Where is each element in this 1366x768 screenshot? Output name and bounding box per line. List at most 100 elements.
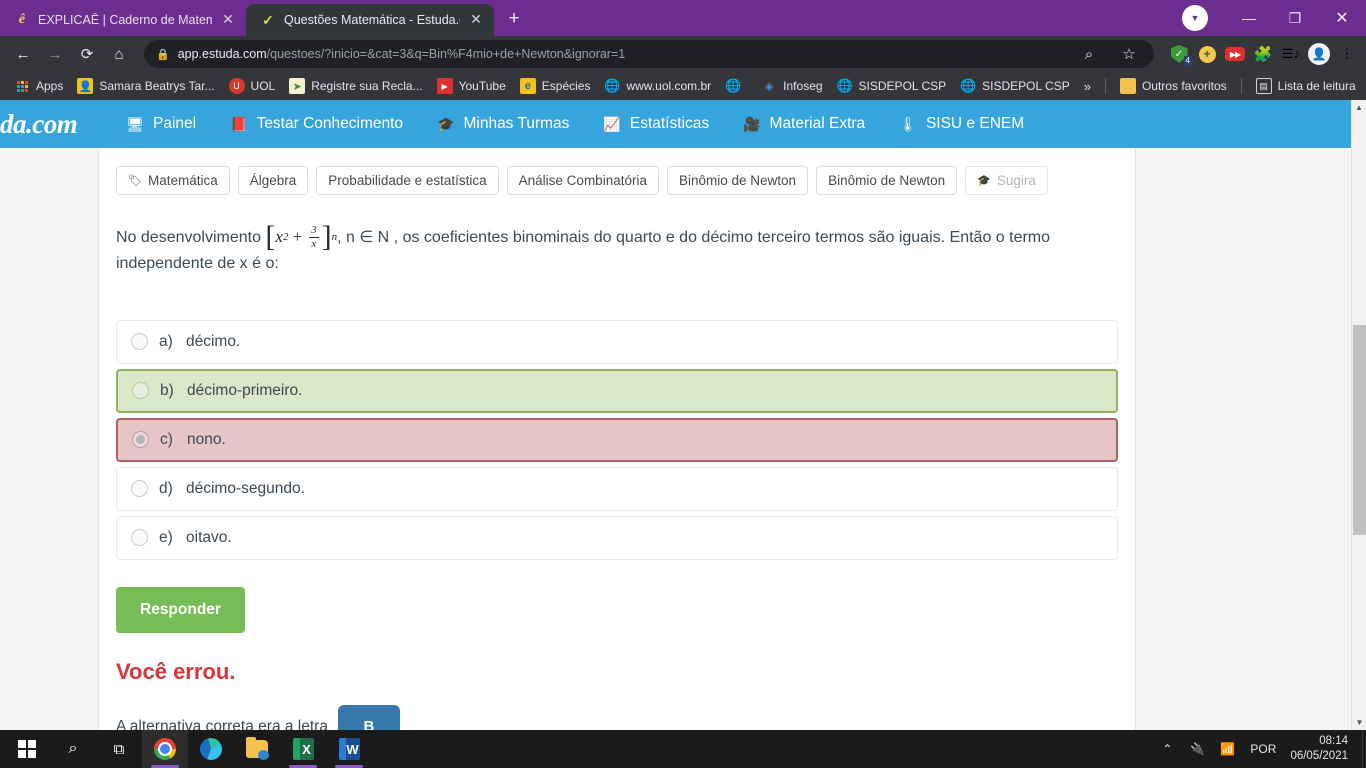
nav-item-painel[interactable]: 🖥 Painel	[109, 100, 213, 148]
file-explorer-taskbar-item[interactable]	[234, 730, 280, 768]
maximize-button[interactable]: ❐	[1272, 0, 1318, 36]
radio-d[interactable]	[131, 480, 148, 498]
close-icon[interactable]: ✕	[220, 12, 236, 28]
bookmark-registre[interactable]: ➤ Registre sua Recla...	[283, 75, 428, 97]
radio-b[interactable]	[132, 382, 149, 400]
site-logo[interactable]: da.com	[0, 109, 78, 140]
nav-item-material-extra[interactable]: 🎥 Material Extra	[726, 100, 882, 148]
youtube-downloader-icon[interactable]: ▶▶	[1224, 43, 1246, 65]
start-button[interactable]	[4, 730, 50, 768]
excel-taskbar-item[interactable]: X	[280, 730, 326, 768]
bookmark-globe-blank[interactable]: 🌐	[719, 75, 753, 97]
bookmark-apps[interactable]: Apps	[8, 75, 69, 97]
bookmark-uolcombr[interactable]: 🌐 www.uol.com.br	[598, 75, 717, 97]
bookmark-star-icon[interactable]: ☆	[1114, 40, 1144, 68]
wifi-icon[interactable]: 📶	[1212, 730, 1242, 768]
tag-label: Sugira	[996, 173, 1036, 188]
infoseg-icon: ◈	[764, 80, 774, 93]
tab-strip: ê EXPLICAÊ | Caderno de Matemáti ✕ ✓ Que…	[0, 0, 1366, 36]
language-indicator[interactable]: POR	[1242, 742, 1284, 756]
media-list-icon[interactable]: ☰♪	[1280, 43, 1302, 65]
option-d[interactable]: d) décimo-segundo.	[116, 466, 1118, 511]
tag-probabilidade[interactable]: Probabilidade e estatística	[316, 166, 499, 195]
bookmark-samara[interactable]: 👤 Samara Beatrys Tar...	[71, 75, 220, 97]
reading-list-button[interactable]: ▤ Lista de leitura	[1250, 75, 1362, 97]
responder-button[interactable]: Responder	[116, 586, 245, 633]
minimize-button[interactable]: —	[1226, 0, 1272, 36]
bookmark-youtube[interactable]: ▶ YouTube	[431, 75, 512, 97]
bookmark-sisdepol-2[interactable]: 🌐 SISDEPOL CSP	[954, 75, 1076, 97]
scroll-up-arrow-icon[interactable]: ▲	[1352, 100, 1366, 115]
plus-circle-icon[interactable]: +	[1196, 43, 1218, 65]
bookmarks-overflow-button[interactable]: »	[1078, 76, 1097, 97]
option-b[interactable]: b) décimo-primeiro.	[116, 368, 1118, 413]
page-scrollbar[interactable]: ▲ ▼	[1351, 100, 1366, 730]
radio-c[interactable]	[132, 431, 149, 449]
puzzle-extensions-icon[interactable]: 🧩	[1252, 43, 1274, 65]
profile-avatar-icon[interactable]: ▼	[1182, 5, 1208, 31]
battery-charging-icon[interactable]: 🔌	[1182, 730, 1212, 768]
bookmark-especies[interactable]: e Espécies	[514, 75, 597, 97]
bookmark-infoseg[interactable]: ◈ Infoseg	[755, 75, 828, 97]
bookmark-outros-favoritos[interactable]: Outros favoritos	[1114, 75, 1233, 97]
tag-matematica[interactable]: 🏷 Matemática	[116, 166, 230, 195]
new-tab-button[interactable]: +	[500, 5, 528, 33]
nav-item-testar-conhecimento[interactable]: 📕 Testar Conhecimento	[213, 100, 420, 148]
search-button[interactable]: ⌕	[50, 730, 96, 768]
globe-icon: 🌐	[604, 78, 621, 93]
tag-analise-combinatoria[interactable]: Análise Combinatória	[506, 166, 659, 195]
edge-icon	[200, 738, 222, 760]
word-taskbar-item[interactable]: W	[326, 730, 372, 768]
zoom-magnifier-icon[interactable]: ⌕	[1074, 40, 1104, 68]
radio-a[interactable]	[131, 333, 148, 351]
nav-item-minhas-turmas[interactable]: 🎓 Minhas Turmas	[420, 100, 586, 148]
tag-binomio-newton-2[interactable]: Binômio de Newton	[816, 166, 958, 195]
back-icon[interactable]: ←	[8, 40, 38, 68]
browser-tab-1[interactable]: ê EXPLICAÊ | Caderno de Matemáti ✕	[0, 4, 246, 36]
formula-base: x	[275, 227, 283, 246]
close-icon[interactable]: ✕	[468, 12, 484, 28]
browser-toolbar: ← → ⟳ ⌂ 🔒 app.estuda.com/questoes/?inici…	[0, 36, 1366, 72]
profile-avatar-icon[interactable]: 👤	[1308, 43, 1330, 65]
adblock-shield-icon[interactable]: ✓ 4	[1168, 43, 1192, 66]
monitor-icon: 🖥	[126, 115, 145, 132]
bookmark-label: www.uol.com.br	[626, 79, 712, 93]
edge-taskbar-item[interactable]	[188, 730, 234, 768]
browser-tab-2[interactable]: ✓ Questões Matemática - Estuda.co ✕	[246, 4, 494, 36]
home-icon[interactable]: ⌂	[104, 40, 134, 68]
close-window-button[interactable]: ✕	[1318, 0, 1366, 36]
chrome-menu-icon[interactable]: ⋮	[1336, 43, 1358, 65]
reload-icon[interactable]: ⟳	[72, 40, 102, 68]
nav-label: Testar Conhecimento	[256, 115, 404, 132]
tag-binomio-newton-1[interactable]: Binômio de Newton	[666, 166, 809, 195]
scrollbar-thumb[interactable]	[1353, 325, 1366, 535]
tag-label: Álgebra	[249, 173, 297, 188]
tab-title: EXPLICAÊ | Caderno de Matemáti	[38, 13, 212, 27]
nav-item-sisu-enem[interactable]: 🌡 SISU e ENEM	[882, 100, 1041, 148]
radio-e[interactable]	[131, 529, 148, 547]
clock-time: 08:14	[1319, 735, 1348, 747]
formula-operator: +	[292, 227, 303, 246]
bookmark-sisdepol-1[interactable]: 🌐 SISDEPOL CSP	[831, 75, 953, 97]
chrome-taskbar-item[interactable]	[142, 730, 188, 768]
bookmark-label: Lista de leitura	[1277, 79, 1356, 93]
bookmark-uol[interactable]: U UOL	[223, 75, 282, 97]
forward-icon[interactable]: →	[40, 40, 70, 68]
option-a[interactable]: a) décimo.	[116, 319, 1118, 364]
graduation-cap-icon: 🎓	[437, 115, 455, 132]
uol-icon: U	[228, 78, 245, 94]
clock[interactable]: 08:14 06/05/2021	[1284, 734, 1362, 764]
address-bar[interactable]: 🔒 app.estuda.com/questoes/?inicio=&cat=3…	[144, 40, 1154, 68]
tag-sugira[interactable]: 🎓 Sugira	[965, 166, 1048, 195]
scroll-down-arrow-icon[interactable]: ▼	[1352, 715, 1366, 730]
nav-item-estatisticas[interactable]: 📈 Estatísticas	[586, 100, 726, 148]
notification-center-button[interactable]	[1362, 730, 1366, 768]
tray-chevron-icon[interactable]: ⌃	[1152, 730, 1182, 768]
contact-icon: 👤	[77, 78, 94, 94]
option-e[interactable]: e) oitavo.	[116, 515, 1118, 560]
tag-breadcrumb-row: 🏷 Matemática Álgebra Probabilidade e est…	[99, 148, 1135, 209]
task-view-button[interactable]: ⧉	[96, 730, 142, 768]
site-navbar: da.com 🖥 Painel 📕 Testar Conhecimento 🎓 …	[0, 100, 1351, 148]
option-c[interactable]: c) nono.	[116, 417, 1118, 462]
tag-algebra[interactable]: Álgebra	[237, 166, 309, 195]
